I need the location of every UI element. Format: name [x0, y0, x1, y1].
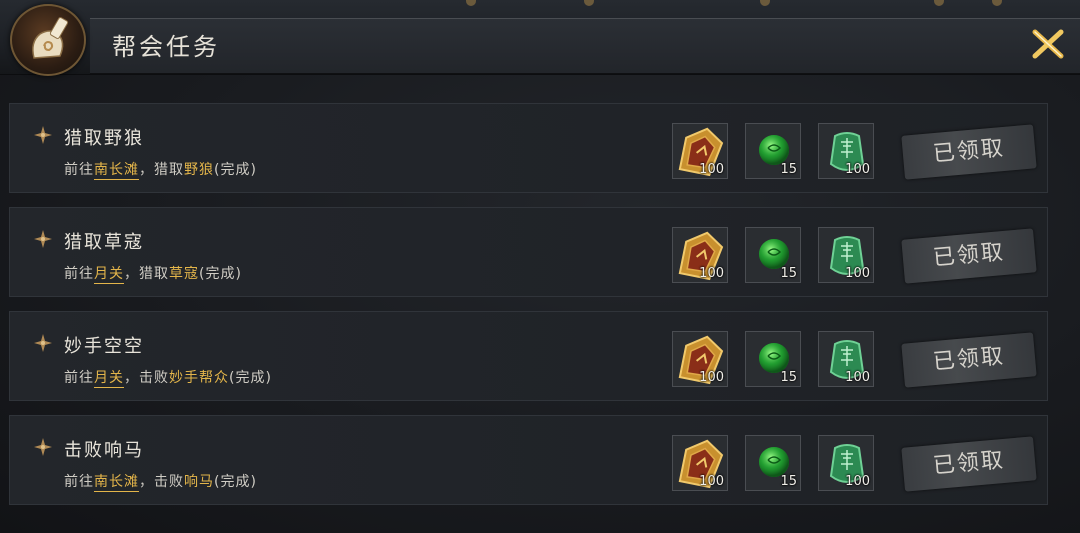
reward-slot[interactable]: 100: [672, 331, 728, 387]
reward-slot[interactable]: 100: [818, 123, 874, 179]
reward-slot[interactable]: 100: [818, 227, 874, 283]
task-location-link[interactable]: 南长滩: [94, 162, 139, 180]
task-target: 妙手帮众: [169, 370, 229, 386]
top-decoration: [934, 0, 944, 6]
task-action: 猎取: [154, 162, 184, 178]
task-status: (完成): [229, 370, 272, 386]
top-decoration: [584, 0, 594, 6]
task-description: 前往南长滩，猎取野狼(完成): [64, 159, 257, 180]
task-description: 前往月关，猎取草寇(完成): [64, 263, 242, 284]
top-decoration: [992, 0, 1002, 6]
reward-slot[interactable]: 15: [745, 435, 801, 491]
task-location-link[interactable]: 南长滩: [94, 474, 139, 492]
reward-quantity: 100: [845, 162, 870, 177]
task-location-link[interactable]: 月关: [94, 266, 124, 284]
task-prefix: 前往: [64, 370, 94, 386]
reward-quantity: 100: [699, 266, 724, 281]
task-separator: ，: [139, 474, 154, 490]
task-row: 猎取野狼 前往南长滩，猎取野狼(完成) 100 15 100 已领取: [9, 103, 1048, 193]
reward-quantity: 15: [780, 370, 797, 385]
task-action: 击败: [139, 370, 169, 386]
reward-slot[interactable]: 100: [672, 435, 728, 491]
task-row: 猎取草寇 前往月关，猎取草寇(完成) 100 15 100 已领取: [9, 207, 1048, 297]
claimed-label: 已领取: [931, 343, 1006, 376]
top-decoration: [466, 0, 476, 6]
reward-quantity: 15: [780, 266, 797, 281]
reward-quantity: 100: [845, 474, 870, 489]
reward-slot[interactable]: 100: [672, 227, 728, 283]
task-description: 前往月关，击败妙手帮众(完成): [64, 367, 272, 388]
task-separator: ，: [124, 266, 139, 282]
claimed-label: 已领取: [931, 447, 1006, 480]
task-row: 妙手空空 前往月关，击败妙手帮众(完成) 100 15 100 已领取: [9, 311, 1048, 401]
header-strip: [90, 18, 1080, 74]
task-title: 妙手空空: [64, 336, 144, 357]
reward-quantity: 15: [780, 474, 797, 489]
reward-quantity: 100: [699, 162, 724, 177]
reward-quantity: 15: [780, 162, 797, 177]
reward-slot[interactable]: 15: [745, 227, 801, 283]
task-status: (完成): [199, 266, 242, 282]
claimed-button[interactable]: 已领取: [901, 436, 1037, 492]
task-status: (完成): [214, 162, 257, 178]
claimed-label: 已领取: [931, 239, 1006, 272]
scroll-bag-icon: [10, 4, 86, 76]
claimed-button[interactable]: 已领取: [901, 228, 1037, 284]
task-description: 前往南长滩，击败响马(完成): [64, 471, 257, 492]
compass-star-icon: [34, 334, 52, 352]
task-title: 击败响马: [64, 440, 144, 461]
guild-task-panel: 帮会任务 猎取野狼 前往南长滩，猎取野狼(完成) 100 15 100 已领取 …: [0, 0, 1080, 533]
page-title: 帮会任务: [112, 33, 220, 61]
task-prefix: 前往: [64, 162, 94, 178]
reward-quantity: 100: [845, 266, 870, 281]
reward-slot[interactable]: 100: [672, 123, 728, 179]
task-prefix: 前往: [64, 474, 94, 490]
task-target: 野狼: [184, 162, 214, 178]
reward-slot[interactable]: 15: [745, 123, 801, 179]
task-location-link[interactable]: 月关: [94, 370, 124, 388]
task-prefix: 前往: [64, 266, 94, 282]
task-separator: ，: [124, 370, 139, 386]
compass-star-icon: [34, 438, 52, 456]
reward-quantity: 100: [845, 370, 870, 385]
task-action: 击败: [154, 474, 184, 490]
reward-slot[interactable]: 15: [745, 331, 801, 387]
claimed-button[interactable]: 已领取: [901, 124, 1037, 180]
close-icon[interactable]: [1030, 26, 1066, 62]
task-status: (完成): [214, 474, 257, 490]
task-action: 猎取: [139, 266, 169, 282]
reward-quantity: 100: [699, 474, 724, 489]
close-button[interactable]: [1030, 26, 1066, 62]
task-title: 猎取草寇: [64, 232, 144, 253]
task-title: 猎取野狼: [64, 128, 144, 149]
reward-slot[interactable]: 100: [818, 331, 874, 387]
reward-slot[interactable]: 100: [818, 435, 874, 491]
compass-star-icon: [34, 126, 52, 144]
reward-quantity: 100: [699, 370, 724, 385]
task-row: 击败响马 前往南长滩，击败响马(完成) 100 15 100 已领取: [9, 415, 1048, 505]
task-target: 草寇: [169, 266, 199, 282]
claimed-button[interactable]: 已领取: [901, 332, 1037, 388]
top-decoration: [760, 0, 770, 6]
task-target: 响马: [184, 474, 214, 490]
panel-header: 帮会任务: [0, 0, 1080, 76]
compass-star-icon: [34, 230, 52, 248]
task-separator: ，: [139, 162, 154, 178]
claimed-label: 已领取: [931, 135, 1006, 168]
